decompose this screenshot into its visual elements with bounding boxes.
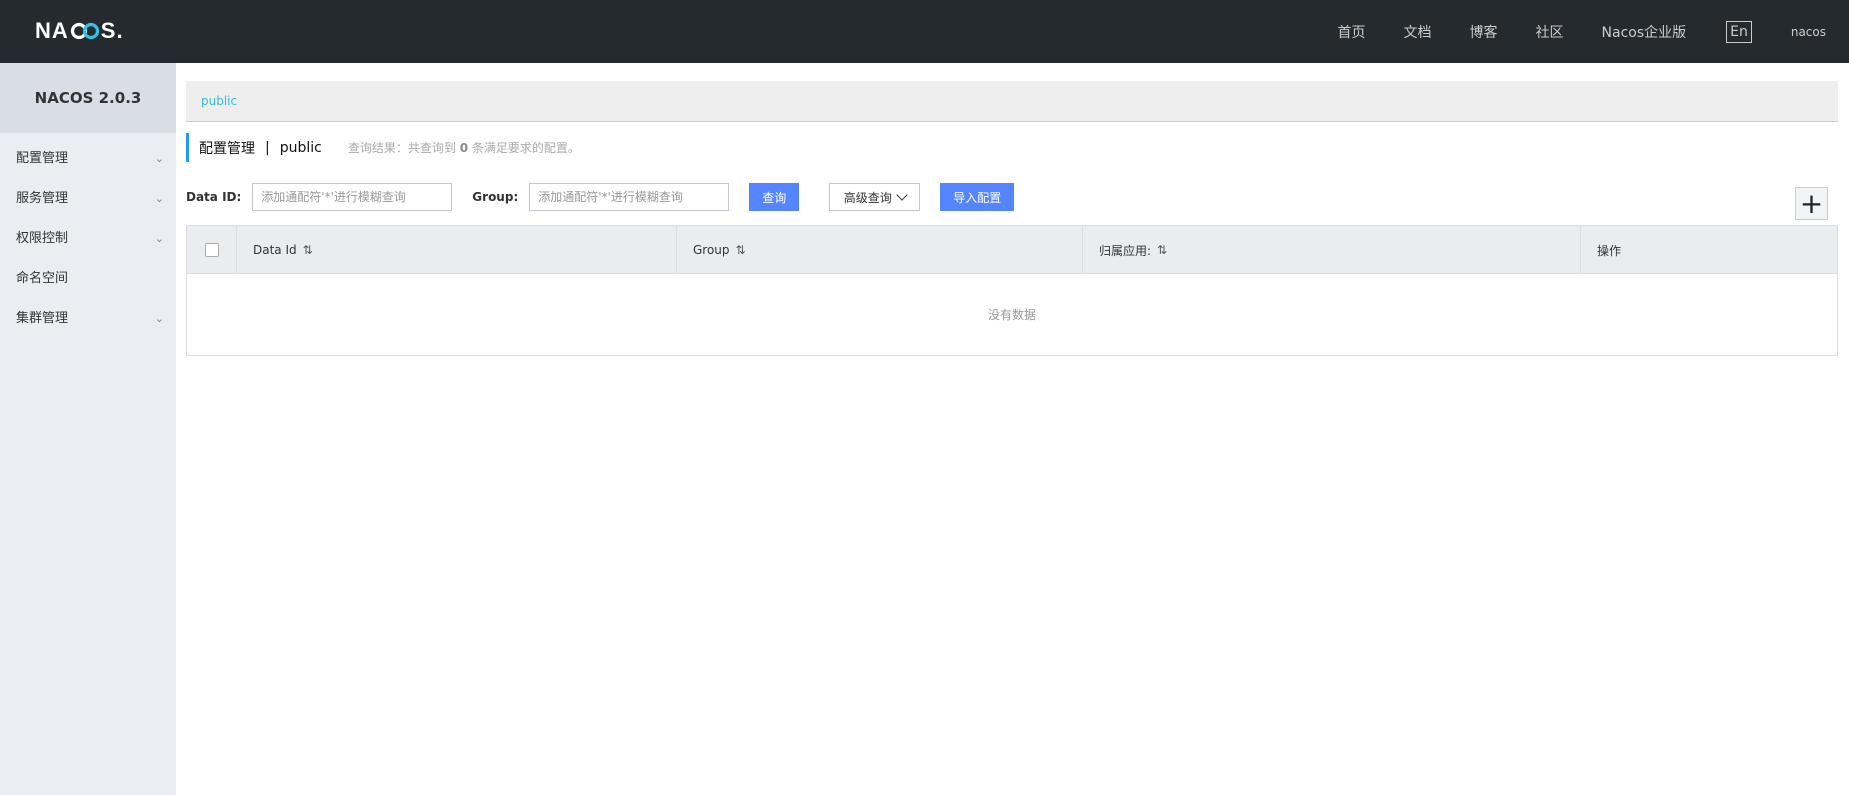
sidebar-item-label: 服务管理 [16, 191, 69, 206]
search-filter-bar: Data ID: Group: 查询 高级查询 导入配置 [186, 182, 1015, 212]
sidebar-item-access-control[interactable]: 权限控制 ⌄ [0, 219, 176, 259]
nav-home[interactable]: 首页 [1338, 22, 1366, 42]
logo-text-left: NA [35, 18, 69, 43]
query-result-summary: 查询结果：共查询到 0 条满足要求的配置。 [348, 139, 580, 156]
page-title-namespace: public [279, 139, 322, 156]
chevron-down-icon: ⌄ [154, 312, 164, 325]
advanced-query-button[interactable]: 高级查询 [829, 183, 921, 211]
sidebar-item-label: 配置管理 [16, 151, 69, 166]
title-separator: | [265, 139, 270, 156]
sort-icon[interactable]: ⇅ [736, 243, 746, 257]
namespace-bar: public [186, 81, 1838, 122]
nav-community[interactable]: 社区 [1536, 22, 1564, 42]
sidebar-item-label: 命名空间 [16, 271, 69, 286]
sidebar-item-label: 权限控制 [16, 231, 69, 246]
sidebar-item-label: 集群管理 [16, 311, 69, 326]
sidebar: NACOS 2.0.3 配置管理 ⌄ 服务管理 ⌄ 权限控制 ⌄ 命名空间 集群… [0, 63, 176, 795]
logo-infinity-icon [70, 20, 100, 42]
add-config-button[interactable]: + [1795, 187, 1828, 220]
logo-text-right: S. [100, 18, 124, 43]
result-suffix: 条满足要求的配置。 [471, 141, 580, 155]
column-header-actions: 操作 [1581, 226, 1837, 274]
namespace-link-public[interactable]: public [201, 94, 237, 108]
advanced-query-label: 高级查询 [843, 190, 892, 205]
data-id-input[interactable] [252, 183, 453, 211]
nav-enterprise[interactable]: Nacos企业版 [1602, 22, 1687, 42]
table-empty-state: 没有数据 [187, 274, 1837, 355]
column-label: 操作 [1597, 243, 1622, 258]
config-table: Data Id ⇅ Group ⇅ 归属应用: ⇅ 操作 没有数据 [186, 225, 1838, 356]
column-label: Data Id [253, 243, 297, 257]
chevron-down-icon: ⌄ [154, 192, 164, 205]
page-title-text: 配置管理 [199, 140, 255, 157]
sidebar-version-title: NACOS 2.0.3 [0, 63, 176, 133]
result-prefix: 查询结果：共查询到 [347, 141, 456, 155]
nav-docs[interactable]: 文档 [1404, 22, 1432, 42]
top-navbar: NA S. 首页 文档 博客 社区 Nacos企业版 En nacos [0, 0, 1849, 63]
data-id-label: Data ID: [186, 190, 242, 204]
plus-icon: + [1799, 187, 1824, 220]
column-header-group[interactable]: Group ⇅ [677, 226, 1083, 274]
select-all-cell [187, 226, 237, 274]
sidebar-item-namespace[interactable]: 命名空间 [0, 259, 176, 299]
group-label: Group: [472, 190, 519, 204]
result-count: 0 [459, 141, 469, 155]
import-config-button[interactable]: 导入配置 [940, 183, 1015, 211]
column-header-app[interactable]: 归属应用: ⇅ [1083, 226, 1581, 274]
search-button[interactable]: 查询 [749, 183, 800, 211]
language-switch-button[interactable]: En [1726, 20, 1752, 43]
sidebar-item-service-management[interactable]: 服务管理 ⌄ [0, 179, 176, 219]
select-all-checkbox[interactable] [204, 243, 219, 257]
chevron-down-icon: ⌄ [154, 232, 164, 245]
nav-blog[interactable]: 博客 [1470, 22, 1498, 42]
top-nav-menu: 首页 文档 博客 社区 Nacos企业版 En nacos [1338, 0, 1849, 63]
sidebar-item-cluster-management[interactable]: 集群管理 ⌄ [0, 299, 176, 339]
user-name[interactable]: nacos [1791, 25, 1826, 39]
page-title: 配置管理 | public 查询结果：共查询到 0 条满足要求的配置。 [186, 133, 580, 162]
chevron-down-icon: ⌄ [154, 152, 164, 165]
column-label: 归属应用: [1099, 243, 1152, 258]
sort-icon[interactable]: ⇅ [303, 243, 313, 257]
column-label: Group [693, 243, 730, 257]
table-header: Data Id ⇅ Group ⇅ 归属应用: ⇅ 操作 [187, 226, 1837, 274]
group-input[interactable] [529, 183, 730, 211]
empty-text: 没有数据 [987, 308, 1036, 322]
sidebar-item-config-management[interactable]: 配置管理 ⌄ [0, 139, 176, 179]
nacos-logo[interactable]: NA S. [35, 18, 124, 44]
chevron-down-icon [896, 189, 908, 201]
column-header-data-id[interactable]: Data Id ⇅ [237, 226, 677, 274]
sort-icon[interactable]: ⇅ [1157, 243, 1167, 257]
